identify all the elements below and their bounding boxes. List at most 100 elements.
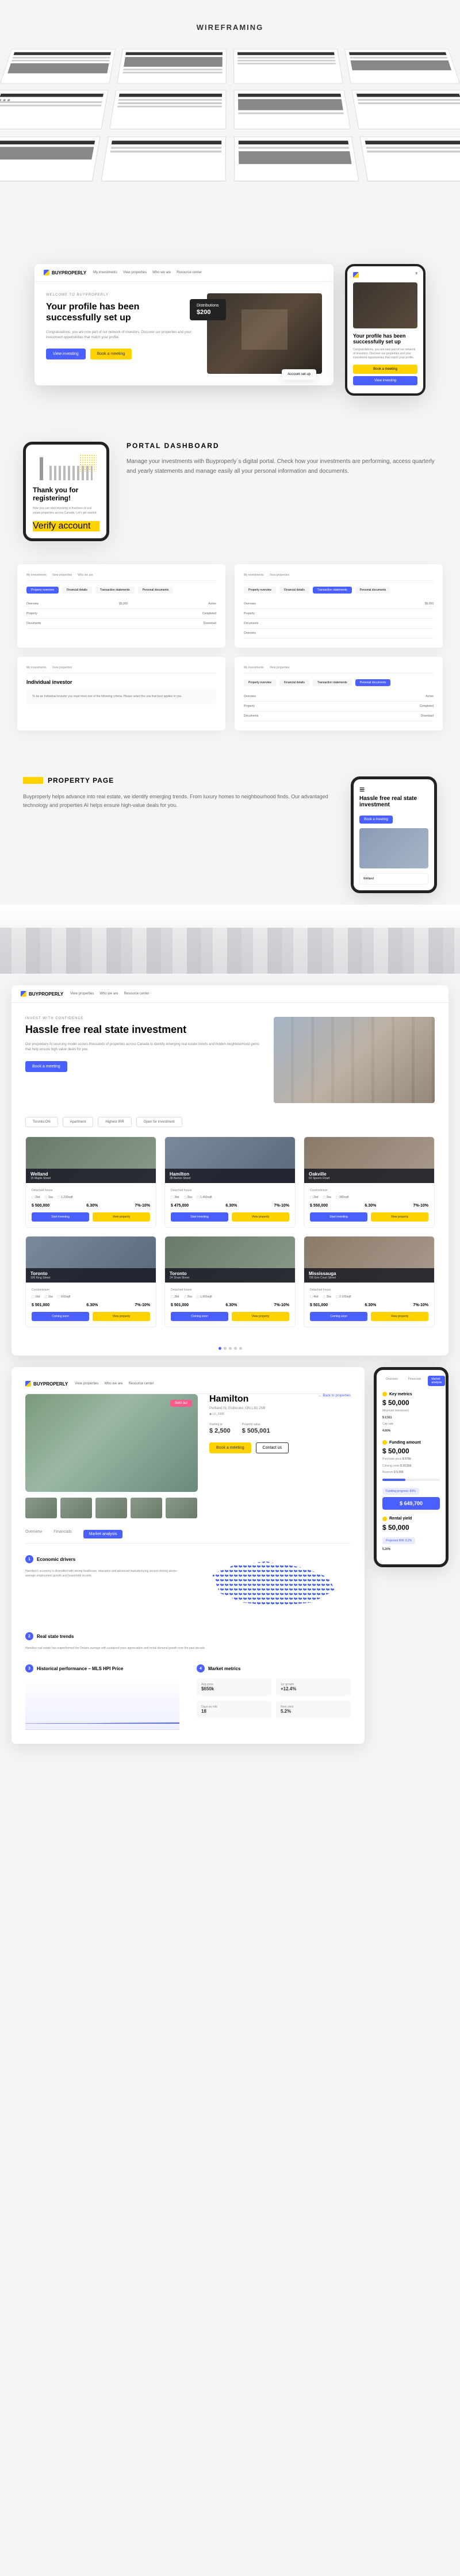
dashboard-grid: My investments View properties Who we ar… [0, 564, 460, 753]
hero-image [274, 1017, 435, 1103]
nav-item[interactable]: View properties [70, 992, 94, 996]
nav-item[interactable]: Who we are [104, 1382, 122, 1385]
ms-tab[interactable]: Overview [382, 1376, 401, 1386]
dash-filter[interactable]: Personal documents [138, 587, 174, 594]
view-property-button[interactable]: View property [371, 1312, 428, 1321]
wireframe-card [351, 90, 460, 129]
property-card[interactable]: Toronto24 Shaw StreetDetached house⬚ 3bd… [164, 1236, 296, 1327]
logo[interactable]: BUYPROPERLY [44, 270, 86, 275]
ms-tab[interactable]: Financials [405, 1376, 425, 1386]
dash-tab[interactable]: View properties [270, 666, 289, 669]
dash-filter[interactable]: Property overview [244, 587, 276, 594]
tab-overview[interactable]: Overview [25, 1530, 42, 1538]
view-property-button[interactable]: View property [371, 1212, 428, 1222]
menu-icon[interactable]: ≡ [359, 785, 365, 795]
thumbnail[interactable] [131, 1498, 162, 1518]
property-card[interactable]: Mississauga700 Erin Court StreetDetached… [304, 1236, 435, 1327]
property-card[interactable]: Oakville63 Speers RoadCondominium⬚ 2bd⬚ … [304, 1136, 435, 1228]
property-card[interactable]: Welland15 Maple StreetDetached house⬚ 2b… [25, 1136, 156, 1228]
property-desc: Buyproperly helps advance into real esta… [23, 793, 334, 810]
tab-financials[interactable]: Financials [53, 1530, 72, 1538]
dash-filter[interactable]: Personal documents [355, 587, 391, 594]
logo[interactable]: BUYPROPERLY [21, 991, 63, 997]
dash-filter[interactable]: Property overview [26, 587, 59, 594]
dash-filter[interactable]: Transaction statements [313, 587, 352, 594]
dash-filter[interactable]: Transaction statements [95, 587, 135, 594]
property-card[interactable]: Hamilton38 Barton StreetDetached house⬚ … [164, 1136, 296, 1228]
dash-filter[interactable]: Financial details [62, 587, 92, 594]
nav-item[interactable]: My investments [93, 271, 117, 274]
econ-desc: Hamilton's economy is diversified with s… [25, 1569, 179, 1578]
thumbnail[interactable] [166, 1498, 197, 1518]
dashboard-card: My investments View properties Who we ar… [17, 564, 225, 648]
nav-item[interactable]: Resource center [128, 1382, 154, 1385]
invest-button[interactable]: Coming soon [32, 1312, 89, 1321]
ms-tab[interactable]: Market analysis [428, 1376, 445, 1386]
wireframe-card [101, 136, 226, 181]
filter-chip[interactable]: Apartment [63, 1117, 94, 1127]
back-link[interactable]: ← Back to properties [319, 1394, 351, 1398]
dash-tab[interactable]: My investments [244, 666, 264, 669]
nav-item[interactable]: Resource center [124, 992, 149, 996]
book-meeting-button[interactable]: Book a meeting [90, 349, 132, 359]
dash-tab[interactable]: View properties [270, 573, 289, 577]
mobile-mockup: ≡ Your profile has been successfully set… [345, 264, 425, 396]
view-property-button[interactable]: View property [93, 1212, 150, 1222]
property-card[interactable]: Toronto100 King StreetCondominium⬚ 1bd⬚ … [25, 1236, 156, 1327]
dash-tab[interactable]: View properties [52, 666, 72, 669]
dash-tab[interactable]: My investments [244, 573, 264, 577]
dash-filter[interactable]: Transaction statements [313, 679, 352, 686]
mobile-heading: Your profile has been successfully set u… [353, 333, 417, 345]
book-meeting-button[interactable]: Book a meeting [209, 1442, 251, 1453]
tab-market[interactable]: Market analysis [83, 1530, 123, 1538]
view-property-button[interactable]: View property [93, 1312, 150, 1321]
mobile-book-button[interactable]: Book a meeting [359, 816, 393, 824]
nav-item[interactable]: View properties [123, 271, 147, 274]
book-meeting-button[interactable]: Book a meeting [25, 1061, 67, 1072]
dash-tab[interactable]: My investments [26, 666, 47, 669]
dash-filter[interactable]: Financial details [279, 679, 309, 686]
hero-tag: INVEST WITH CONFIDENCE [25, 1017, 262, 1020]
invest-button[interactable]: Start investing [32, 1212, 89, 1222]
profile-heading: Your profile has been successfully set u… [46, 301, 195, 323]
dash-tab[interactable]: My investments [26, 573, 47, 577]
invest-button[interactable]: Start investing [310, 1212, 367, 1222]
mobile-book-button[interactable]: Book a meeting [353, 365, 417, 374]
thumbnail[interactable] [60, 1498, 92, 1518]
mobile-property-card[interactable]: Welland [359, 873, 428, 885]
detail-address: Portland St, Etobicoke, ON L3G 2N9 [209, 1407, 351, 1410]
contact-button[interactable]: Contact us [256, 1442, 289, 1453]
dash-filter[interactable]: Financial details [279, 587, 309, 594]
view-investing-button[interactable]: View investing [46, 349, 86, 359]
metrics-grid: Avg price$650k1yr growth+12.4%Days on mk… [197, 1678, 351, 1718]
view-property-button[interactable]: View property [232, 1312, 289, 1321]
nav-item[interactable]: View properties [75, 1382, 98, 1385]
thumbnail[interactable] [25, 1498, 57, 1518]
dash-filter[interactable]: Property overview [244, 679, 276, 686]
filter-chip[interactable]: Toronto,ON [25, 1117, 58, 1127]
verify-account-button[interactable]: Verify account [33, 521, 99, 531]
view-property-button[interactable]: View property [232, 1212, 289, 1222]
logo[interactable]: BUYPROPERLY [25, 1381, 68, 1387]
nav-item[interactable]: Resource center [177, 271, 202, 274]
dash-filter[interactable]: Personal documents [355, 679, 391, 686]
nav-item[interactable]: Who we are [99, 992, 118, 996]
property-cards-grid: Welland15 Maple StreetDetached house⬚ 2b… [12, 1136, 448, 1341]
dash-tab[interactable]: View properties [52, 573, 72, 577]
invest-button[interactable]: Coming soon [171, 1312, 228, 1321]
menu-icon[interactable]: ≡ [415, 272, 417, 278]
dashboard-card: My investments View properties Property … [235, 657, 443, 730]
sold-badge: Sold out [170, 1400, 192, 1407]
account-badge: Account set up [282, 369, 316, 380]
filter-chip[interactable]: Open for investment [136, 1117, 182, 1127]
nav-item[interactable]: Who we are [152, 271, 171, 274]
filter-chip[interactable]: Highest IRR [98, 1117, 131, 1127]
pagination[interactable] [12, 1341, 448, 1356]
dash-tab[interactable]: Who we are [78, 573, 93, 577]
mobile-view-button[interactable]: View investing [353, 376, 417, 385]
invest-button[interactable]: Start investing [171, 1212, 228, 1222]
detail-hero-image: Sold out [25, 1394, 198, 1492]
thumbnail[interactable] [95, 1498, 127, 1518]
wireframe-card [344, 49, 460, 83]
invest-button[interactable]: Coming soon [310, 1312, 367, 1321]
